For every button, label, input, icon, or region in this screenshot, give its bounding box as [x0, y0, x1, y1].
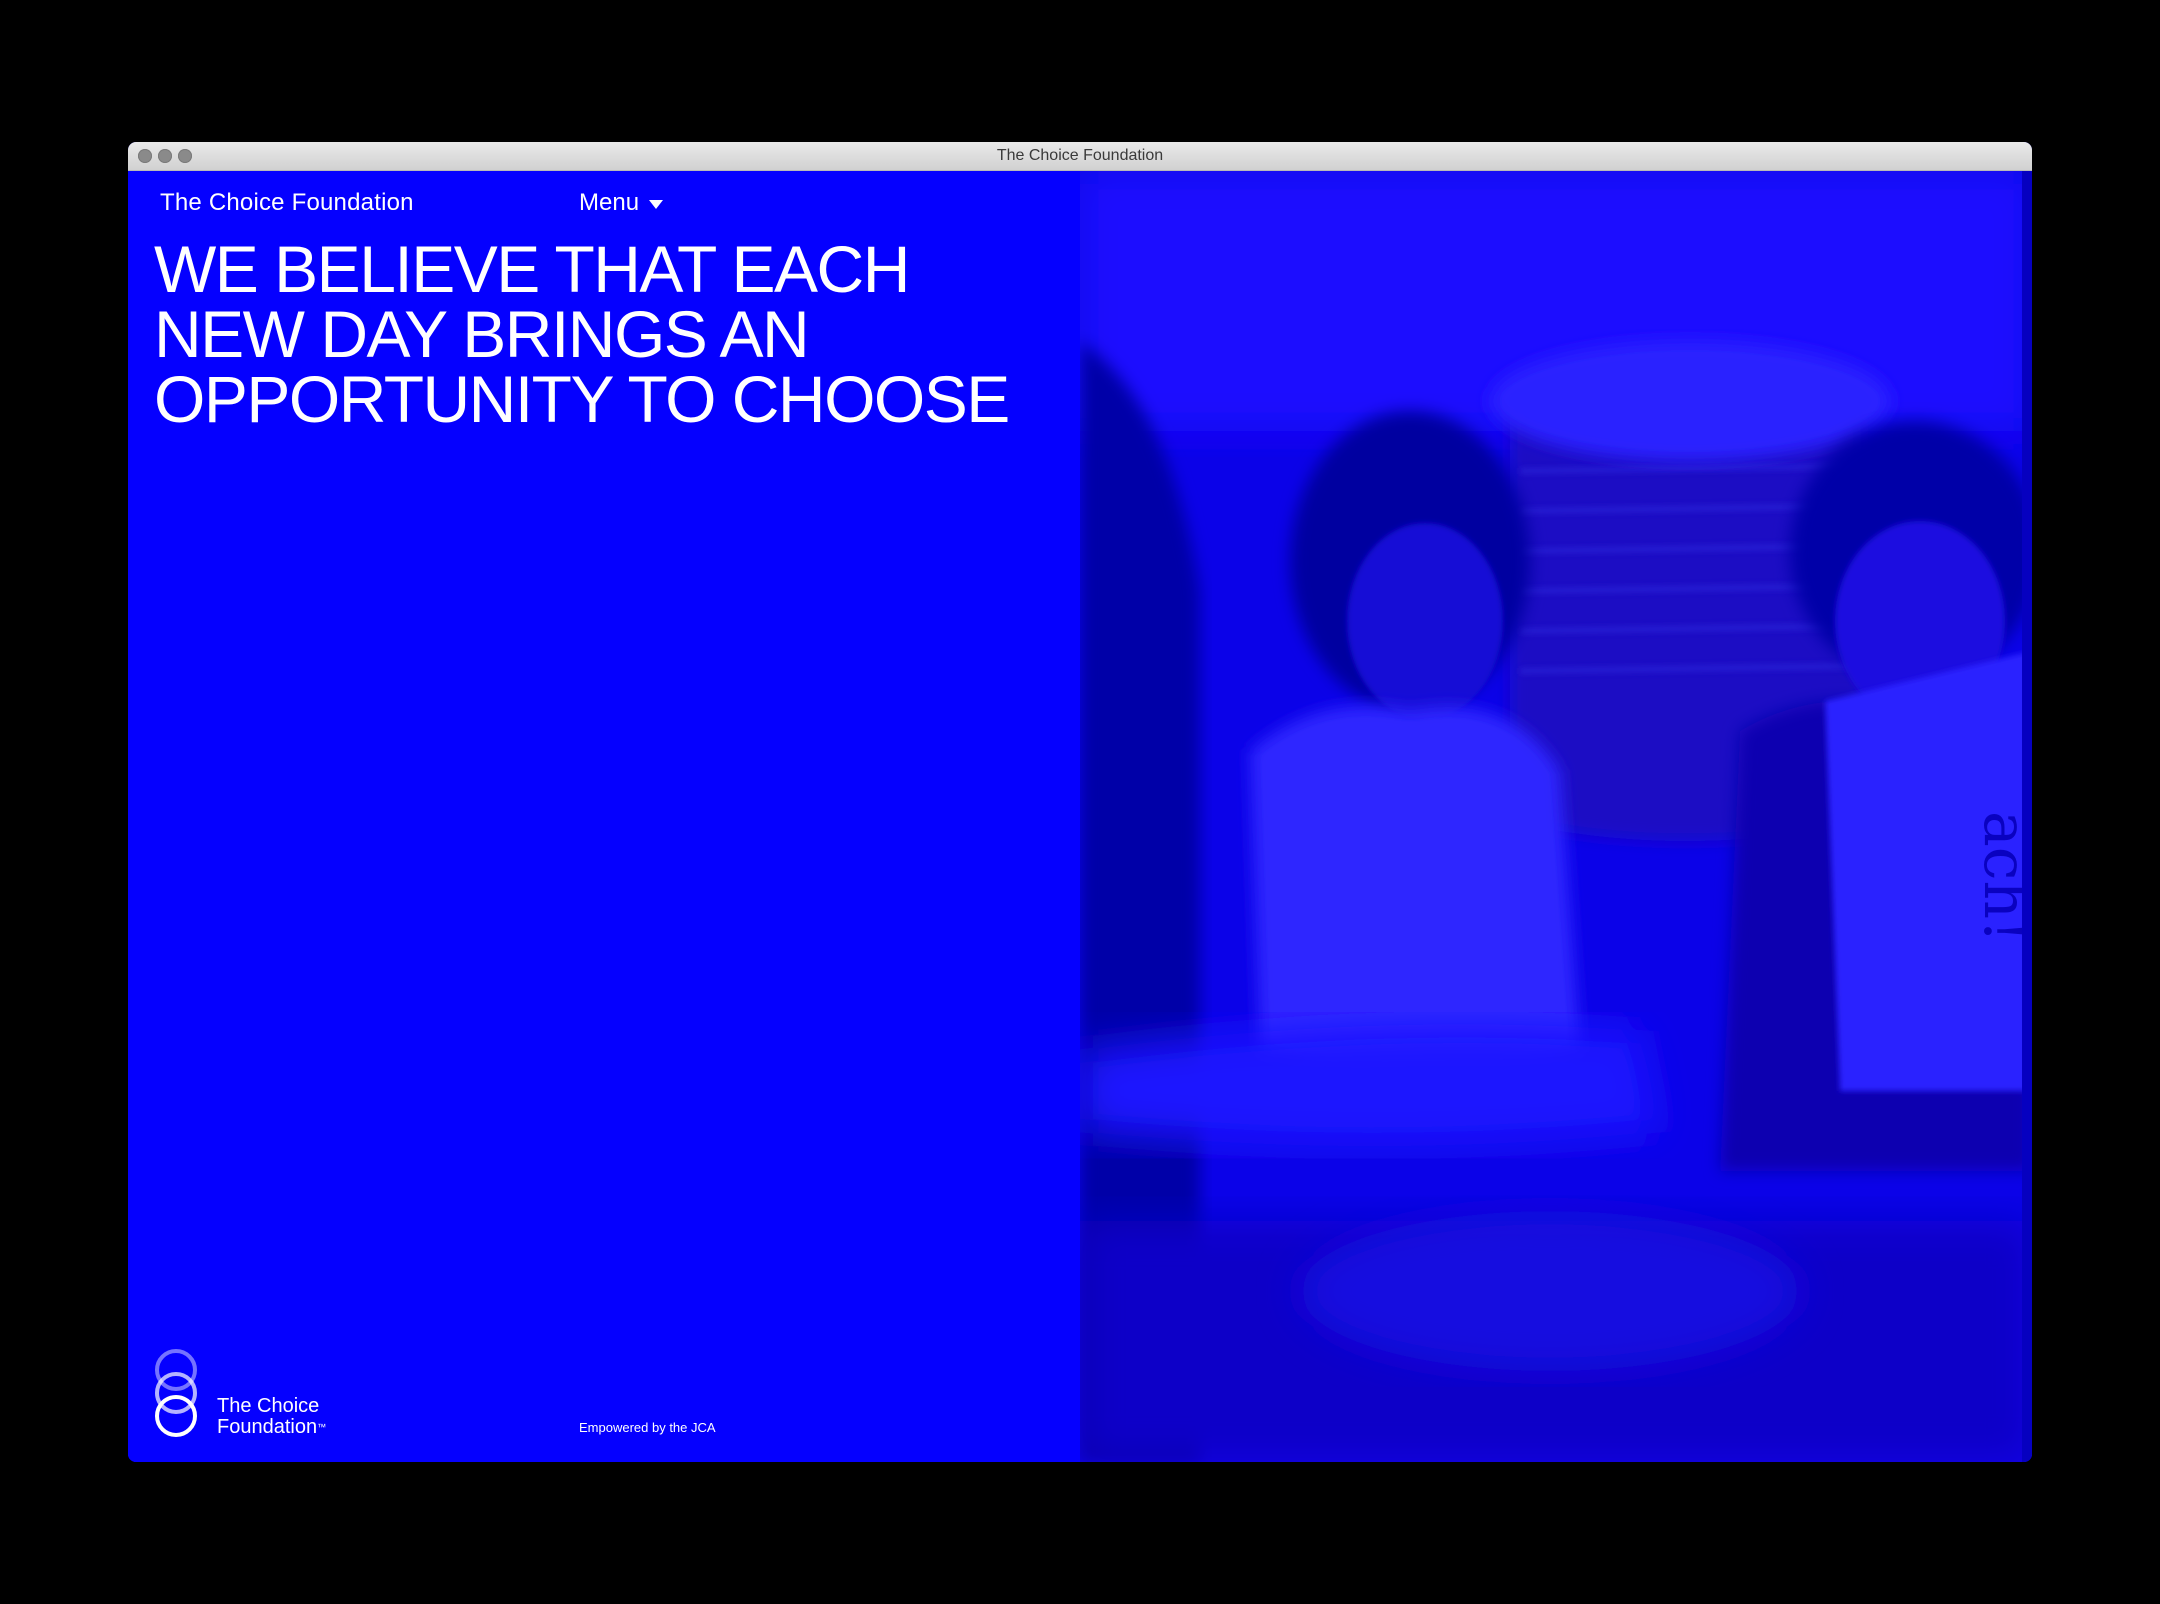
rings-logo-icon: [155, 1349, 197, 1437]
hero-photo: ach!: [1080, 171, 2032, 1462]
hero-headline: WE BELIEVE THAT EACH NEW DAY BRINGS AN O…: [154, 232, 1054, 436]
logo-line-2: Foundation: [217, 1416, 318, 1438]
hero-line: NEW DAY BRINGS AN: [154, 297, 810, 371]
children-reading-photo: ach!: [1080, 171, 2032, 1462]
window-title: The Choice Foundation: [996, 147, 1164, 164]
site-brand-link[interactable]: The Choice Foundation: [160, 189, 414, 217]
empowered-by-link[interactable]: Empowered by the JCA: [579, 1420, 716, 1435]
window-titlebar: The Choice Foundation: [128, 142, 2032, 171]
browser-window: The Choice Foundation The Choice Foundat…: [128, 142, 2032, 1462]
left-panel: The Choice Foundation Menu WE BELIEVE TH…: [128, 171, 1080, 1462]
hero-line: WE BELIEVE THAT EACH: [154, 232, 910, 306]
hero-line: OPPORTUNITY TO CHOOSE: [154, 362, 1010, 436]
page-content: The Choice Foundation Menu WE BELIEVE TH…: [128, 171, 2032, 1462]
footer-logo[interactable]: The Choice Foundation™: [152, 1346, 392, 1441]
caret-down-icon: [649, 199, 664, 209]
menu-label: Menu: [579, 189, 640, 216]
logo-wordmark: The Choice Foundation™: [217, 1396, 326, 1438]
trademark-symbol: ™: [317, 1422, 327, 1432]
logo-line-1: The Choice: [217, 1395, 320, 1417]
menu-button[interactable]: Menu: [579, 189, 664, 217]
